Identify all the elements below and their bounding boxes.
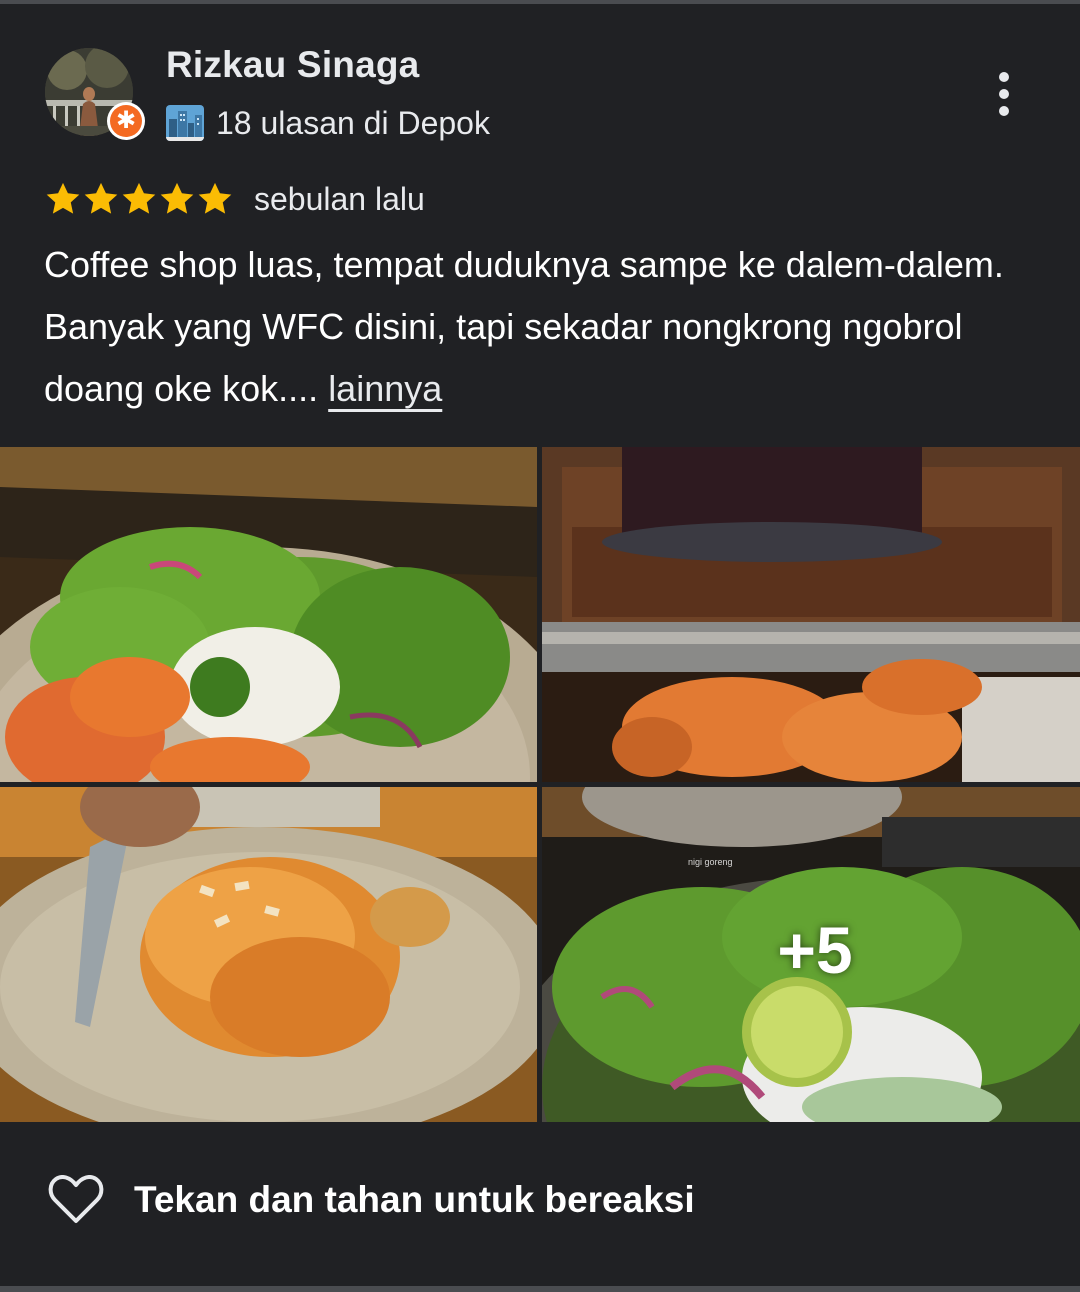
review-photo-4-more[interactable]: nigi goreng +5 bbox=[542, 787, 1080, 1122]
review-text: Coffee shop luas, tempat duduknya sampe … bbox=[44, 234, 1044, 420]
star-icon bbox=[44, 180, 82, 218]
read-more-link[interactable]: lainnya bbox=[328, 368, 442, 409]
star-rating bbox=[44, 180, 234, 218]
more-dot-icon bbox=[999, 89, 1009, 99]
review-body: Coffee shop luas, tempat duduknya sampe … bbox=[44, 244, 1004, 409]
review-photo-3[interactable] bbox=[0, 787, 537, 1122]
review-photo-1[interactable] bbox=[0, 447, 537, 782]
star-icon bbox=[120, 180, 158, 218]
reaction-label: Tekan dan tahan untuk bereaksi bbox=[134, 1179, 695, 1220]
local-guide-badge-icon: ✱ bbox=[110, 105, 142, 137]
star-icon bbox=[82, 180, 120, 218]
reviewer-name[interactable]: Rizkau Sinaga bbox=[166, 44, 419, 86]
cityscape-icon bbox=[166, 105, 204, 141]
reaction-button[interactable]: Tekan dan tahan untuk bereaksi bbox=[48, 1170, 695, 1230]
reviewer-review-count: 18 ulasan di Depok bbox=[216, 104, 490, 141]
star-icon bbox=[196, 180, 234, 218]
photo-rice-salad bbox=[0, 447, 537, 782]
photo-grid: nigi goreng +5 bbox=[0, 447, 1080, 1122]
photo-cake-croissant-display bbox=[542, 447, 1080, 782]
reviewer-meta: 18 ulasan di Depok bbox=[166, 103, 490, 143]
bottom-divider bbox=[0, 1286, 1080, 1292]
review-card: ✱ Rizkau Sinaga 18 ulasan di Depok sebul… bbox=[0, 0, 1080, 1292]
more-dot-icon bbox=[999, 72, 1009, 82]
top-divider bbox=[0, 0, 1080, 4]
more-photos-count: +5 bbox=[777, 912, 853, 987]
heart-outline-icon bbox=[48, 1175, 104, 1225]
review-photo-2[interactable] bbox=[542, 447, 1080, 782]
rating-row: sebulan lalu bbox=[44, 178, 425, 220]
star-icon bbox=[158, 180, 196, 218]
more-dot-icon bbox=[999, 106, 1009, 116]
more-options-button[interactable] bbox=[982, 68, 1026, 120]
local-guide-badge: ✱ bbox=[107, 102, 145, 140]
review-date: sebulan lalu bbox=[254, 180, 425, 217]
photo-almond-croissant bbox=[0, 787, 537, 1122]
